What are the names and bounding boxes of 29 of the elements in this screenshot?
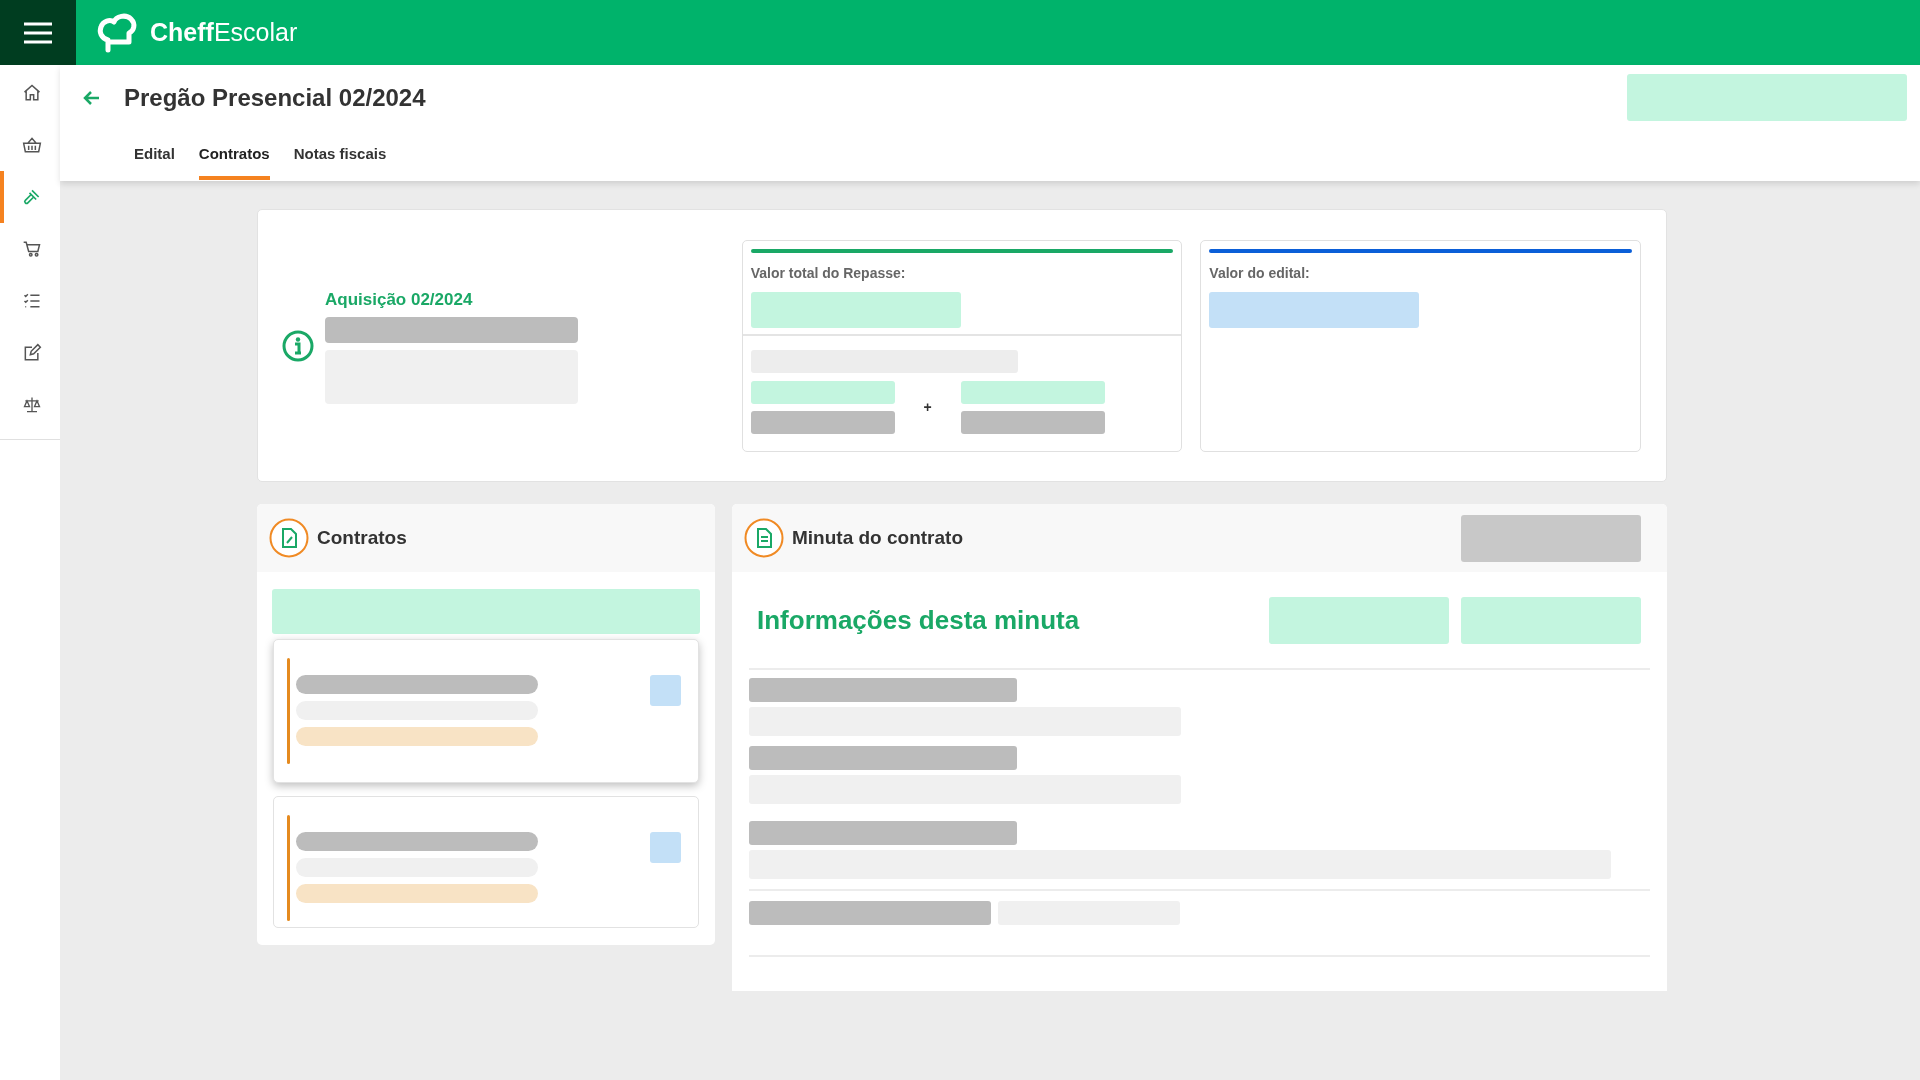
document-pen-icon — [269, 518, 309, 558]
repasse-label: Valor total do Repasse: — [750, 263, 907, 283]
info-icon — [281, 328, 315, 363]
skeleton-bar — [650, 675, 681, 706]
back-arrow-icon[interactable] — [82, 89, 100, 106]
draft-title: Minuta do contrato — [792, 525, 963, 550]
chef-hat-logo-icon — [96, 11, 138, 54]
home-icon — [22, 83, 42, 103]
checklist-icon — [22, 291, 42, 311]
brand-name: CheffEscolar — [150, 16, 298, 48]
contracts-title: Contratos — [317, 525, 407, 550]
scale-icon — [22, 395, 42, 415]
edital-label: Valor do edital: — [1209, 263, 1311, 283]
skeleton-bar — [650, 832, 681, 863]
menu-icon — [23, 20, 53, 45]
basket-icon — [22, 135, 42, 155]
contract-card[interactable] — [273, 639, 699, 783]
contract-card[interactable] — [273, 796, 699, 928]
page-title: Pregão Presencial 02/2024 — [124, 82, 426, 113]
edit-icon — [22, 343, 42, 363]
acquisition-title: Aquisição 02/2024 — [325, 289, 474, 312]
plus-sign: + — [922, 397, 933, 417]
draft-heading: Informações desta minuta — [757, 603, 1080, 637]
tab[interactable]: Notas fiscais — [293, 132, 387, 180]
tab[interactable]: Edital — [134, 132, 175, 180]
menu-button[interactable] — [0, 0, 76, 65]
tab[interactable]: Contratos — [198, 132, 270, 180]
document-icon — [744, 518, 784, 558]
cart-icon — [22, 239, 42, 259]
